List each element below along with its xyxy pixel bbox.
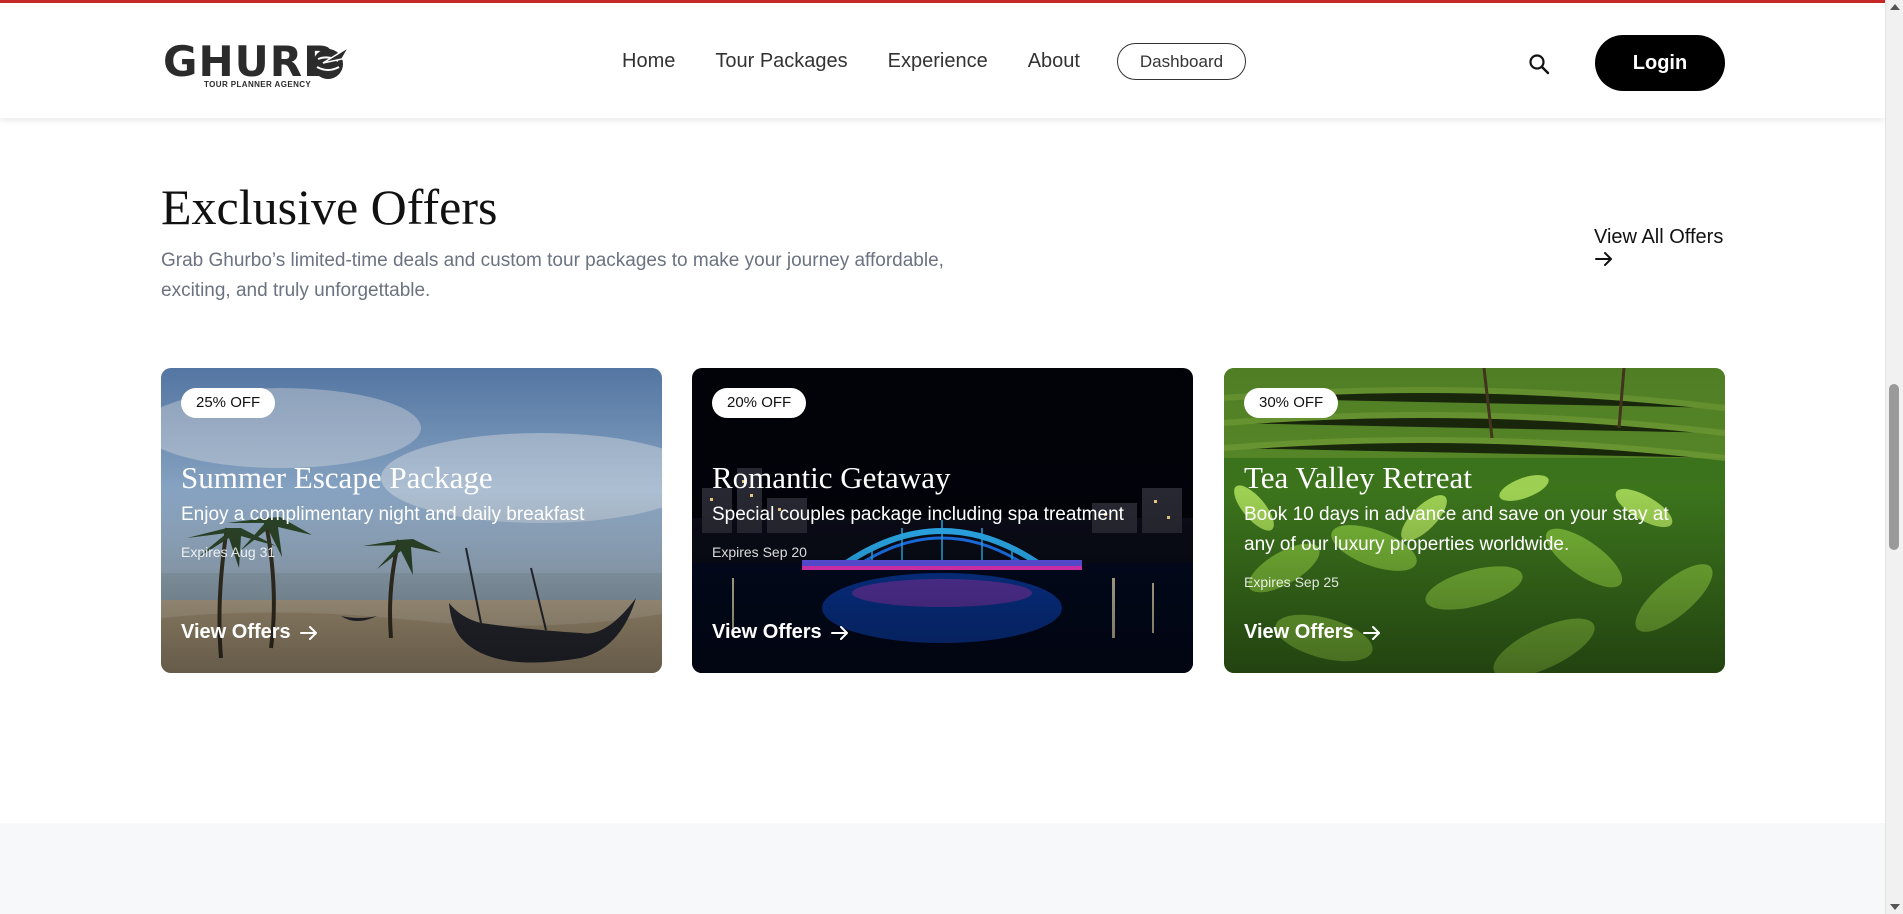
- page-scrollbar[interactable]: [1885, 0, 1903, 914]
- view-all-offers-label: View All Offers: [1594, 226, 1724, 248]
- card-title: Summer Escape Package: [181, 460, 493, 495]
- nav-tour-packages[interactable]: Tour Packages: [715, 47, 847, 75]
- offer-card-summer-escape[interactable]: 25% OFF Summer Escape Package Enjoy a co…: [161, 368, 662, 673]
- discount-badge: 20% OFF: [712, 388, 807, 418]
- login-button[interactable]: Login: [1595, 35, 1725, 91]
- nav-home[interactable]: Home: [622, 47, 675, 75]
- scroll-up-arrow-icon[interactable]: [1890, 4, 1900, 10]
- card-expiry: Expires Sep 20: [712, 544, 807, 560]
- arrow-right-icon: [1595, 252, 1612, 266]
- arrow-right-icon: [830, 625, 848, 640]
- card-description: Special couples package including spa tr…: [712, 504, 1124, 525]
- view-offers-link[interactable]: View Offers: [1244, 621, 1382, 644]
- view-offers-label: View Offers: [712, 621, 822, 643]
- card-description: Book 10 days in advance and save on your…: [1244, 504, 1669, 555]
- view-offers-label: View Offers: [181, 621, 291, 643]
- dashboard-button[interactable]: Dashboard: [1117, 43, 1246, 80]
- discount-badge: 25% OFF: [181, 388, 276, 418]
- card-title: Romantic Getaway: [712, 460, 951, 495]
- scroll-down-arrow-icon[interactable]: [1890, 904, 1900, 910]
- offer-card-tea-valley[interactable]: 30% OFF Tea Valley Retreat Book 10 days …: [1224, 368, 1725, 673]
- logo-tagline: TOUR PLANNER AGENCY: [204, 80, 312, 89]
- view-offers-link[interactable]: View Offers: [181, 621, 319, 644]
- card-title: Tea Valley Retreat: [1244, 460, 1472, 495]
- discount-badge: 30% OFF: [1244, 388, 1339, 418]
- search-icon[interactable]: [1528, 53, 1550, 75]
- main-nav: Home Tour Packages Experience About: [622, 47, 1080, 75]
- navbar: GHURB TOUR PLANNER AGENCY Home Tour Pack…: [0, 3, 1885, 118]
- view-offers-label: View Offers: [1244, 621, 1354, 643]
- nav-experience[interactable]: Experience: [888, 47, 988, 75]
- card-expiry: Expires Sep 25: [1244, 574, 1339, 590]
- card-expiry: Expires Aug 31: [181, 544, 276, 560]
- offer-card-romantic-getaway[interactable]: 20% OFF Romantic Getaway Special couples…: [692, 368, 1193, 673]
- section-description: Grab Ghurbo’s limited-time deals and cus…: [161, 250, 944, 301]
- card-description: Enjoy a complimentary night and daily br…: [181, 504, 585, 525]
- arrow-right-icon: [1362, 625, 1380, 640]
- scrollbar-thumb[interactable]: [1889, 384, 1899, 550]
- next-section-background: [0, 823, 1885, 914]
- logo[interactable]: GHURB TOUR PLANNER AGENCY: [163, 41, 353, 93]
- nav-about[interactable]: About: [1028, 47, 1080, 75]
- globe-plane-icon: [313, 46, 350, 79]
- section-title: Exclusive Offers: [161, 179, 498, 235]
- arrow-right-icon: [299, 625, 317, 640]
- view-all-offers-link[interactable]: View All Offers: [1594, 225, 1734, 267]
- view-offers-link[interactable]: View Offers: [712, 621, 850, 644]
